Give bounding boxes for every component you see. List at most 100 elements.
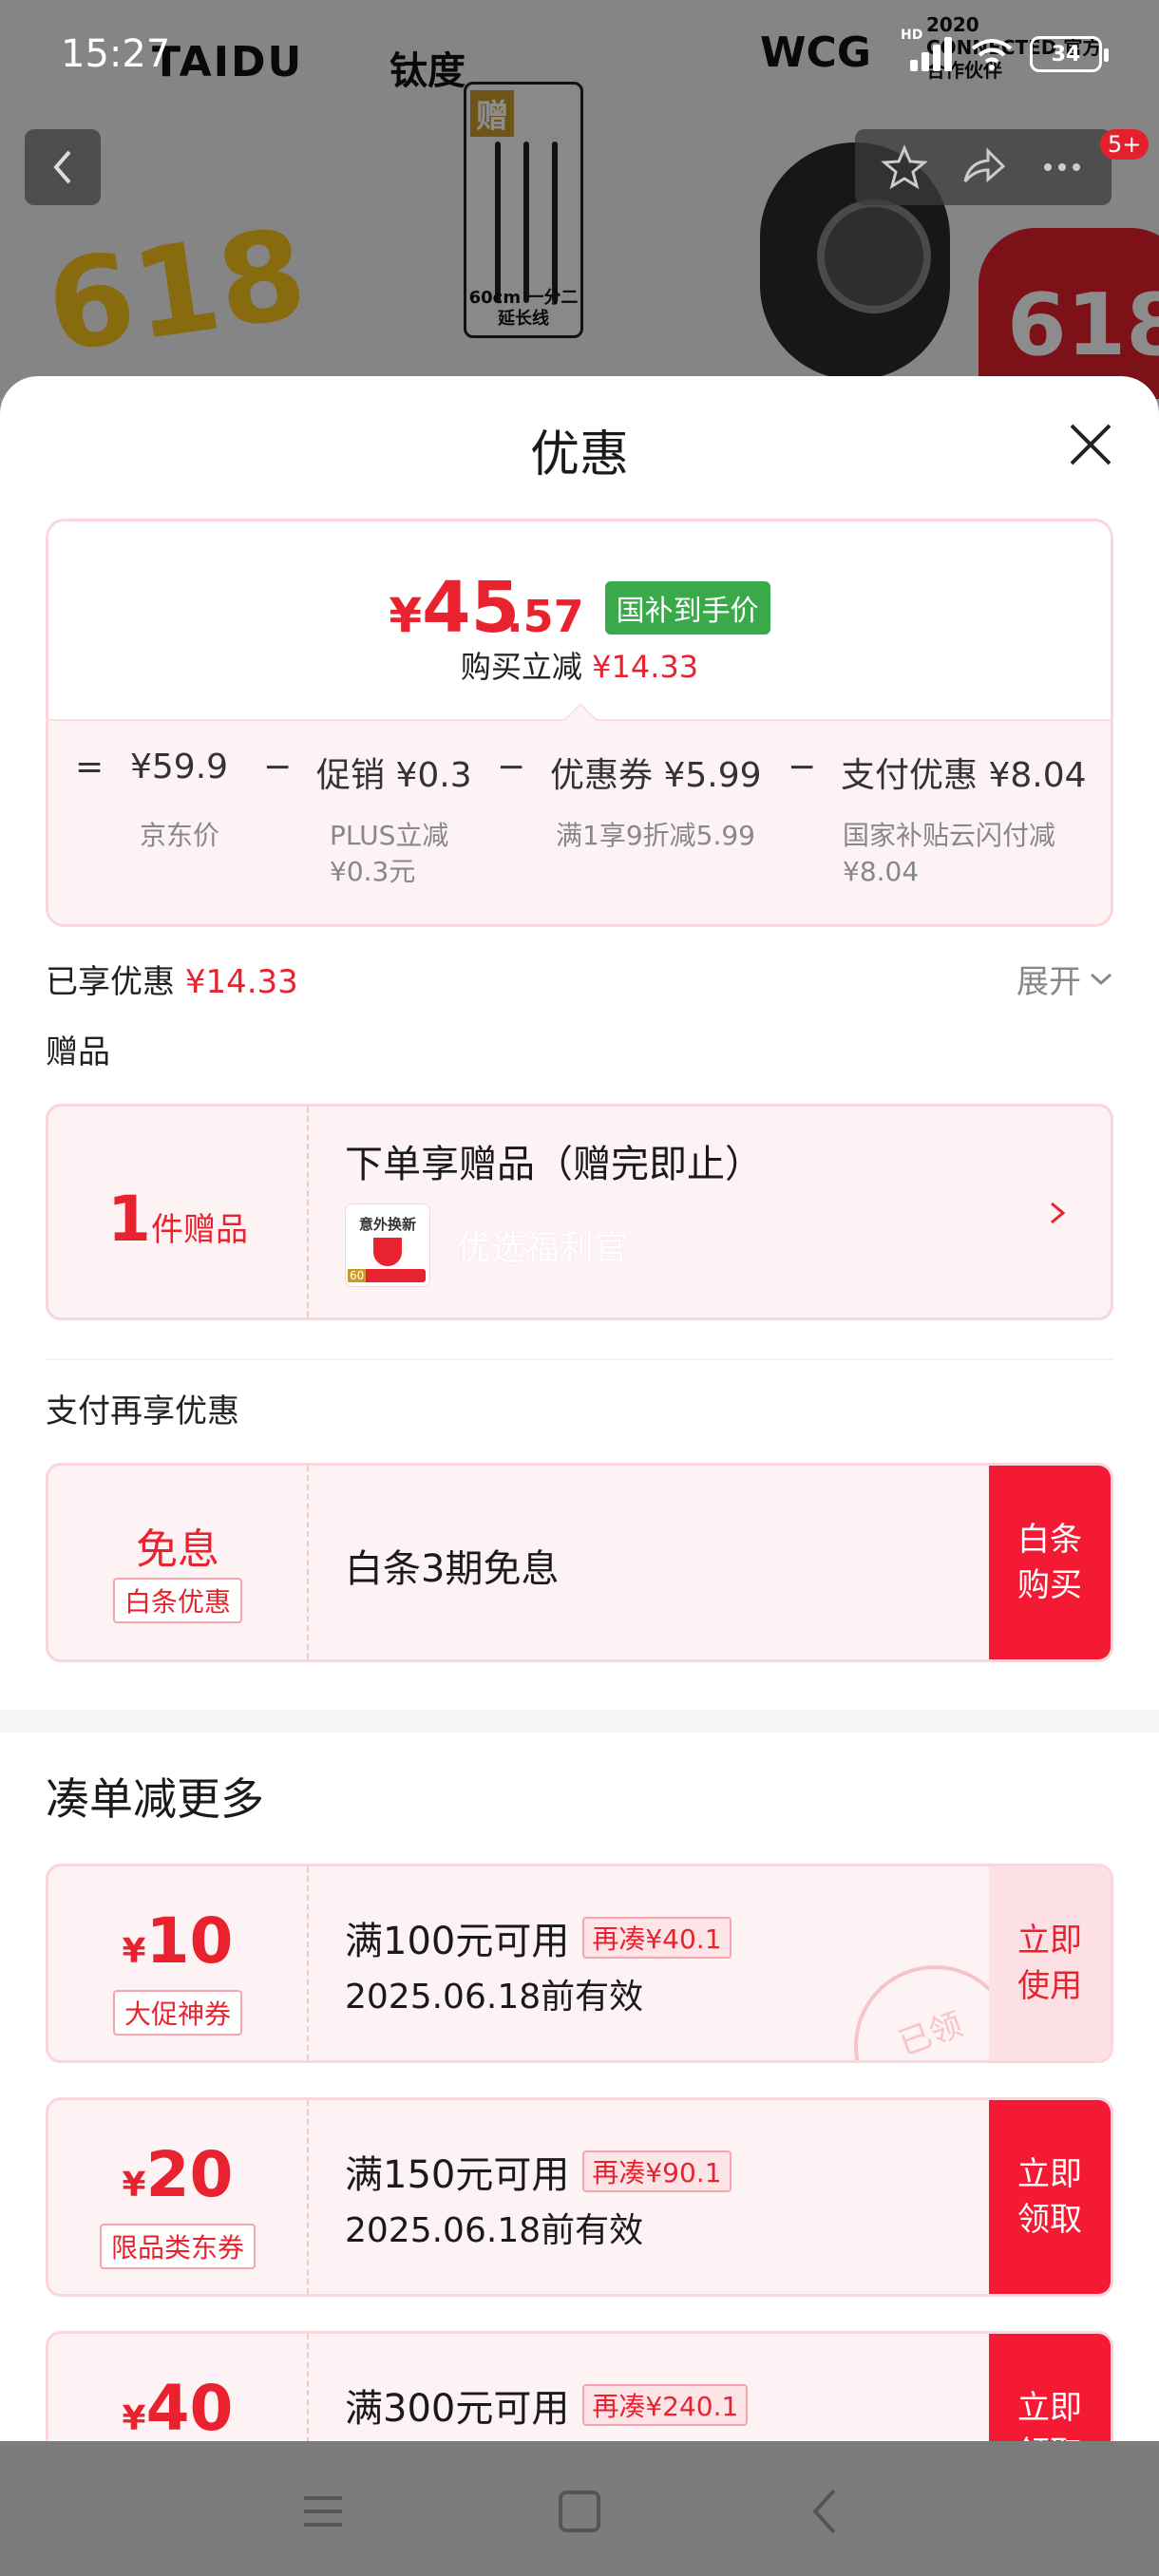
- coupon-symbol: ¥: [122, 1932, 146, 1971]
- back-icon[interactable]: [798, 2483, 855, 2540]
- baitiao-tag: 白条优惠: [113, 1578, 243, 1623]
- status-time: 15:27: [61, 32, 171, 76]
- final-price-value: ¥45.57: [389, 567, 583, 649]
- coupon-amount: ¥40: [48, 2372, 307, 2445]
- chevron-left-icon: [53, 150, 71, 184]
- note-pay-line2: ¥8.04: [843, 856, 920, 887]
- back-button[interactable]: [25, 129, 101, 205]
- btn-line2: 领取: [1017, 2201, 1082, 2239]
- coupon-amount: ¥20: [48, 2138, 307, 2211]
- coupon-amount-panel: ¥10 大促神券: [48, 1866, 309, 2060]
- gift-thumb-badge: 60: [348, 1269, 367, 1282]
- message-badge: 5+: [1100, 129, 1150, 160]
- use-now-button[interactable]: 立即 使用: [989, 1866, 1111, 2060]
- formula-equals: =: [75, 748, 104, 786]
- gift-count-unit: 件赠品: [150, 1211, 248, 1249]
- gift-thumb-text: 意外换新: [358, 1216, 416, 1233]
- coupon-card: ¥20 限品类东券 满150元可用 再凑¥90.1 2025.06.18前有效 …: [46, 2097, 1113, 2297]
- formula-pay: 支付优惠 ¥8.04: [841, 756, 1087, 795]
- price-integer: 45: [422, 567, 521, 649]
- baitiao-title: 白条3期免息: [345, 1547, 560, 1591]
- note-promo-line2: ¥0.3元: [330, 856, 416, 887]
- hd-label: HD: [901, 28, 923, 43]
- note-coupon: 满1享9折减5.99: [556, 820, 755, 851]
- baitiao-buy-button[interactable]: 白条 购买: [989, 1466, 1111, 1659]
- status-icons: HD 34: [901, 28, 1109, 72]
- coupon-condition-text: 满300元可用: [345, 2387, 570, 2431]
- coupon-value: 10: [145, 1904, 234, 1978]
- sheet-title: 优惠: [529, 426, 629, 483]
- coupon-expiry: 2025.06.18前有效: [345, 2211, 644, 2250]
- btn-line1: 立即: [1017, 1922, 1082, 1960]
- btn-line1: 立即: [1017, 2155, 1082, 2193]
- system-nav-bar: [0, 2441, 1159, 2576]
- chevron-down-icon: [1090, 973, 1112, 985]
- note-promo-line1: PLUS立减: [330, 820, 449, 851]
- menu-icon[interactable]: [294, 2483, 352, 2540]
- coupon-condition: 满100元可用 再凑¥40.1: [345, 1910, 732, 1965]
- wifi-icon: [971, 39, 1013, 70]
- formula-minus: −: [263, 748, 293, 786]
- gift-title: 下单享赠品（赠完即止）: [345, 1143, 763, 1186]
- more-icon[interactable]: [1038, 158, 1086, 177]
- enjoyed-label: 已享优惠: [46, 963, 175, 1001]
- gift-section-label: 赠品: [46, 1033, 110, 1071]
- coupon-condition-text: 满150元可用: [345, 2153, 570, 2197]
- price-symbol: ¥: [389, 588, 423, 643]
- coupon-condition: 满300元可用 再凑¥240.1: [345, 2377, 749, 2433]
- gift-count-number: 1: [107, 1183, 151, 1256]
- price-formula-section: = ¥59.9 − 促销 ¥0.3 − 优惠券 ¥5.99 − 支付优惠 ¥8.…: [48, 719, 1111, 924]
- formula-coupon: 优惠券 ¥5.99: [550, 756, 762, 795]
- coupon-symbol: ¥: [122, 2166, 146, 2205]
- gift-thumbnail: 意外换新 60: [345, 1203, 430, 1287]
- enjoyed-discount: 已享优惠 ¥14.33: [46, 956, 298, 1002]
- formula-minus: −: [497, 748, 526, 786]
- gift-card[interactable]: 1件赠品 下单享赠品（赠完即止） 意外换新 60 优选福利官: [46, 1104, 1113, 1320]
- final-price-section: ¥45.57 国补到手价 购买立减 ¥14.33: [48, 521, 1111, 721]
- final-price: ¥45.57 国补到手价: [48, 567, 1111, 649]
- top-action-group: [855, 129, 1112, 205]
- baitiao-btn-line1: 白条: [1017, 1521, 1082, 1559]
- enjoyed-value: ¥14.33: [184, 963, 298, 1001]
- coupon-extra-needed: 再凑¥40.1: [582, 1917, 732, 1959]
- coupon-amount-panel: ¥20 限品类东券: [48, 2100, 309, 2294]
- close-icon[interactable]: [1060, 414, 1121, 475]
- home-icon[interactable]: [551, 2483, 608, 2540]
- baitiao-card: 免息 白条优惠 白条3期免息 白条 购买: [46, 1463, 1113, 1662]
- battery-level: 34: [1051, 42, 1081, 66]
- status-bar: 15:27 HD 34: [0, 0, 1159, 114]
- coupon-card: ¥10 大促神券 满100元可用 再凑¥40.1 2025.06.18前有效 已…: [46, 1864, 1113, 2063]
- formula-jd-price: ¥59.9: [130, 748, 229, 786]
- coupon-value: 20: [145, 2138, 234, 2211]
- btn-line2: 使用: [1017, 1967, 1082, 2005]
- expand-label: 展开: [1016, 963, 1081, 1001]
- discount-sheet: 优惠 ¥45.57 国补到手价 购买立减 ¥14.33 = ¥59.9 − 促销…: [0, 376, 1159, 2576]
- star-icon[interactable]: [880, 143, 928, 191]
- gift-name: 优选福利官: [457, 1229, 629, 1268]
- pay-section-label: 支付再享优惠: [46, 1392, 239, 1430]
- note-pay-line1: 国家补贴云闪付减: [843, 820, 1056, 851]
- coupon-condition-text: 满100元可用: [345, 1920, 570, 1963]
- expand-button[interactable]: 展开: [1016, 956, 1113, 1002]
- shield-icon: [373, 1238, 402, 1266]
- coupon-tag: 限品类东券: [99, 2224, 256, 2269]
- coupon-value: 40: [145, 2372, 234, 2445]
- battery-icon: 34: [1030, 36, 1109, 72]
- gift-count: 1件赠品: [48, 1183, 307, 1256]
- coupon-extra-needed: 再凑¥240.1: [582, 2384, 749, 2426]
- coupon-condition: 满150元可用 再凑¥90.1: [345, 2144, 732, 2199]
- btn-line1: 立即: [1017, 2389, 1082, 2427]
- share-icon[interactable]: [960, 143, 1007, 191]
- instant-discount: 购买立减 ¥14.33: [48, 643, 1111, 687]
- gift-count-panel: 1件赠品: [48, 1107, 309, 1317]
- gov-subsidy-tag: 国补到手价: [604, 581, 770, 635]
- divider: [46, 1358, 1113, 1360]
- claim-now-button[interactable]: 立即 领取: [989, 2100, 1111, 2294]
- more-discount-title: 凑单减更多: [46, 1773, 264, 1825]
- interest-free-label: 免息: [136, 1525, 219, 1574]
- note-jd-price: 京东价: [140, 820, 220, 851]
- baitiao-btn-line2: 购买: [1017, 1566, 1082, 1604]
- formula-promo: 促销 ¥0.3: [316, 756, 472, 795]
- baitiao-left-panel: 免息 白条优惠: [48, 1466, 309, 1659]
- coupon-amount: ¥10: [48, 1904, 307, 1978]
